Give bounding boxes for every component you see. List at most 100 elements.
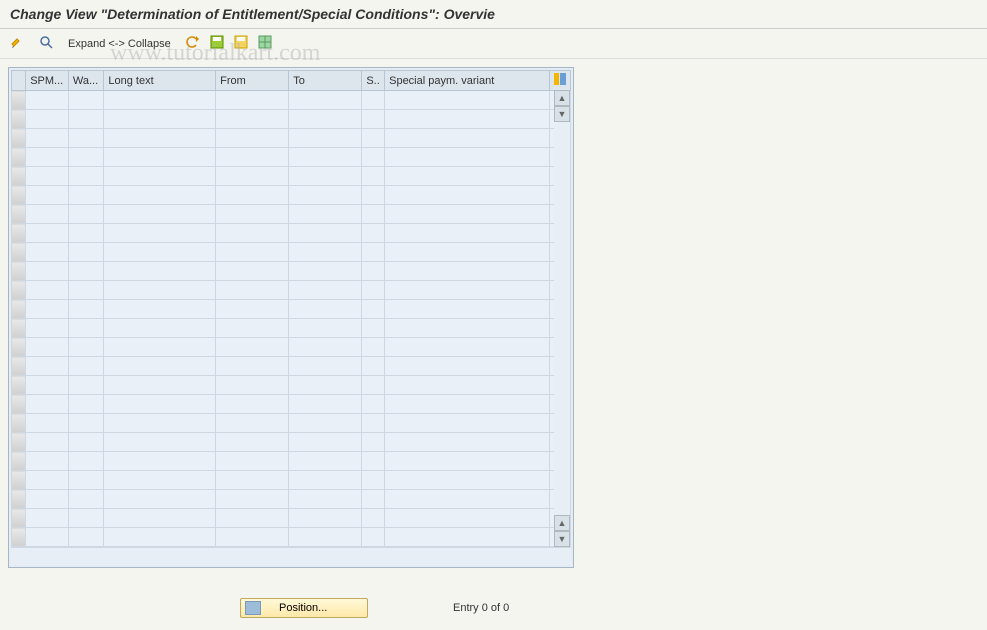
cell[interactable] [68, 395, 104, 414]
cell[interactable] [104, 148, 216, 167]
cell[interactable] [216, 129, 289, 148]
cell[interactable] [385, 395, 550, 414]
table-row[interactable] [12, 300, 571, 319]
cell[interactable] [385, 262, 550, 281]
cell[interactable] [385, 528, 550, 547]
deselect-all-button[interactable] [255, 33, 275, 54]
table-row[interactable] [12, 433, 571, 452]
cell[interactable] [216, 319, 289, 338]
cell[interactable] [216, 167, 289, 186]
cell[interactable] [68, 357, 104, 376]
cell[interactable] [104, 433, 216, 452]
cell[interactable] [385, 471, 550, 490]
cell[interactable] [385, 414, 550, 433]
cell[interactable] [68, 262, 104, 281]
cell[interactable] [385, 357, 550, 376]
cell[interactable] [289, 433, 362, 452]
cell[interactable] [385, 167, 550, 186]
row-selector[interactable] [12, 471, 26, 490]
cell[interactable] [104, 243, 216, 262]
table-row[interactable] [12, 167, 571, 186]
cell[interactable] [104, 490, 216, 509]
cell[interactable] [385, 148, 550, 167]
cell[interactable] [68, 414, 104, 433]
table-row[interactable] [12, 110, 571, 129]
table-row[interactable] [12, 186, 571, 205]
cell[interactable] [104, 91, 216, 110]
cell[interactable] [216, 357, 289, 376]
row-selector[interactable] [12, 148, 26, 167]
cell[interactable] [289, 262, 362, 281]
cell[interactable] [68, 167, 104, 186]
cell[interactable] [289, 167, 362, 186]
cell[interactable] [104, 300, 216, 319]
cell[interactable] [216, 395, 289, 414]
cell[interactable] [104, 224, 216, 243]
cell[interactable] [289, 376, 362, 395]
configure-columns-button[interactable] [549, 71, 570, 91]
cell[interactable] [362, 490, 385, 509]
save-button[interactable] [207, 33, 227, 54]
col-spm[interactable]: SPM... [26, 71, 69, 91]
cell[interactable] [385, 110, 550, 129]
cell[interactable] [26, 452, 69, 471]
col-longtext[interactable]: Long text [104, 71, 216, 91]
cell[interactable] [26, 186, 69, 205]
cell[interactable] [104, 528, 216, 547]
col-to[interactable]: To [289, 71, 362, 91]
cell[interactable] [289, 338, 362, 357]
cell[interactable] [216, 281, 289, 300]
cell[interactable] [216, 91, 289, 110]
table-row[interactable] [12, 338, 571, 357]
cell[interactable] [216, 224, 289, 243]
cell[interactable] [362, 338, 385, 357]
cell[interactable] [104, 186, 216, 205]
row-selector[interactable] [12, 300, 26, 319]
cell[interactable] [68, 243, 104, 262]
table-row[interactable] [12, 205, 571, 224]
cell[interactable] [362, 129, 385, 148]
cell[interactable] [104, 281, 216, 300]
scroll-up-arrow-bottom[interactable]: ▲ [554, 515, 570, 531]
cell[interactable] [362, 319, 385, 338]
row-selector[interactable] [12, 110, 26, 129]
cell[interactable] [104, 395, 216, 414]
cell[interactable] [289, 91, 362, 110]
row-selector[interactable] [12, 452, 26, 471]
cell[interactable] [289, 471, 362, 490]
cell[interactable] [104, 129, 216, 148]
row-selector[interactable] [12, 395, 26, 414]
cell[interactable] [104, 414, 216, 433]
cell[interactable] [385, 205, 550, 224]
table-row[interactable] [12, 528, 571, 547]
row-selector[interactable] [12, 281, 26, 300]
row-selector[interactable] [12, 357, 26, 376]
cell[interactable] [26, 262, 69, 281]
cell[interactable] [289, 452, 362, 471]
cell[interactable] [362, 205, 385, 224]
cell[interactable] [216, 433, 289, 452]
row-selector[interactable] [12, 490, 26, 509]
cell[interactable] [68, 490, 104, 509]
cell[interactable] [216, 243, 289, 262]
cell[interactable] [216, 509, 289, 528]
row-selector[interactable] [12, 243, 26, 262]
cell[interactable] [104, 357, 216, 376]
cell[interactable] [26, 243, 69, 262]
table-row[interactable] [12, 376, 571, 395]
cell[interactable] [68, 281, 104, 300]
cell[interactable] [289, 414, 362, 433]
cell[interactable] [68, 110, 104, 129]
row-selector[interactable] [12, 414, 26, 433]
cell[interactable] [289, 129, 362, 148]
cell[interactable] [68, 528, 104, 547]
cell[interactable] [385, 452, 550, 471]
cell[interactable] [362, 91, 385, 110]
cell[interactable] [289, 509, 362, 528]
cell[interactable] [216, 148, 289, 167]
cell[interactable] [362, 300, 385, 319]
cell[interactable] [216, 471, 289, 490]
cell[interactable] [289, 395, 362, 414]
row-selector[interactable] [12, 262, 26, 281]
cell[interactable] [104, 338, 216, 357]
